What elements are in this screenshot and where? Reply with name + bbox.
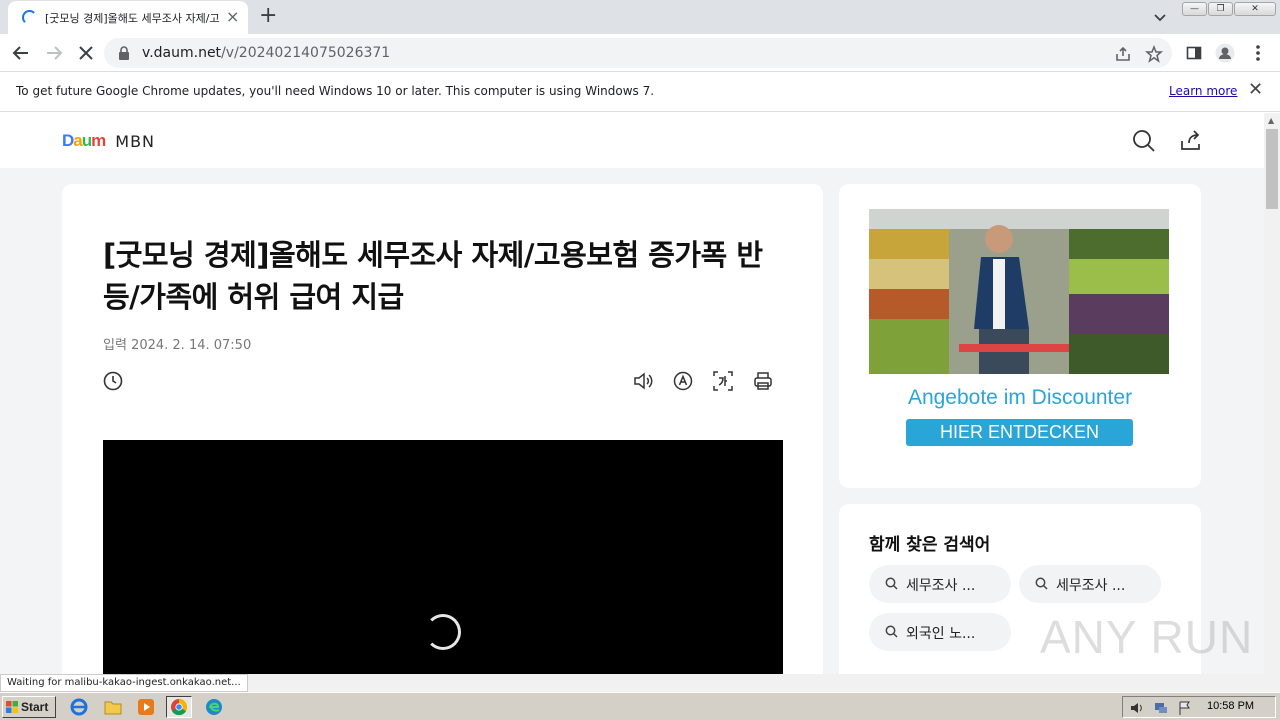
lock-icon[interactable] (118, 46, 130, 60)
chrome-icon (171, 698, 188, 716)
loading-spinner-icon (22, 10, 37, 25)
start-button[interactable]: Start (2, 696, 56, 718)
channel-name: MBN (115, 131, 156, 151)
folder-icon (104, 701, 122, 715)
search-chip[interactable]: 외국인 노... (869, 613, 1011, 651)
article-date: 입력 2024. 2. 14. 07:50 (103, 338, 252, 353)
address-bar[interactable]: v.daum.net/v/20240214075026371 (104, 38, 1172, 68)
new-tab-button[interactable]: + (259, 4, 277, 28)
taskbar-explorer[interactable] (100, 696, 126, 718)
search-icon (1035, 577, 1048, 590)
print-icon[interactable] (752, 370, 774, 392)
anyrun-watermark: ANY RUN (1040, 611, 1254, 663)
close-icon (79, 46, 93, 60)
taskbar-chrome[interactable] (166, 696, 192, 718)
restore-button[interactable]: ❐ (1208, 2, 1233, 16)
vertical-scrollbar[interactable]: ▲ (1264, 113, 1280, 674)
minimize-button[interactable]: — (1182, 2, 1207, 16)
page-content: Daum MBN [굿모닝 경제]올해도 세무조사 자제/고용보험 증가폭 반등… (0, 113, 1264, 674)
stop-button[interactable] (75, 42, 97, 64)
article-headline: [굿모닝 경제]올해도 세무조사 자제/고용보험 증가폭 반등/가족에 허위 급… (103, 238, 763, 314)
search-icon (885, 577, 898, 590)
arrow-right-icon (47, 46, 63, 60)
flag-icon[interactable] (1177, 700, 1193, 716)
edge-icon (206, 699, 222, 715)
learn-more-link[interactable]: Learn more (1169, 84, 1237, 98)
arrow-left-icon (12, 46, 28, 60)
translate-icon[interactable] (672, 370, 694, 392)
update-infobar: To get future Google Chrome updates, you… (0, 72, 1280, 112)
scroll-thumb[interactable] (1266, 129, 1278, 209)
taskbar-media[interactable] (133, 696, 159, 718)
back-button[interactable] (10, 42, 32, 64)
browser-toolbar: v.daum.net/v/20240214075026371 (0, 34, 1280, 72)
status-text: Waiting for malibu-kakao-ingest.onkakao.… (0, 674, 248, 692)
speaker-icon[interactable] (632, 370, 654, 392)
internet-explorer-icon (70, 698, 88, 716)
taskbar-edge[interactable] (201, 696, 227, 718)
system-tray: 10:58 PM (1122, 696, 1276, 718)
related-searches-title: 함께 찾은 검색어 (869, 535, 991, 555)
search-chip[interactable]: 세무조사 ... (1019, 565, 1161, 603)
daum-logo: Daum (62, 131, 106, 150)
video-loading-spinner-icon (425, 614, 461, 650)
ad-cta-button[interactable]: HIER ENTDECKEN (906, 419, 1133, 446)
clock[interactable]: 10:58 PM (1207, 700, 1254, 712)
star-icon[interactable] (1145, 45, 1163, 63)
site-logo[interactable]: Daum MBN (62, 131, 155, 151)
media-player-icon (138, 699, 154, 715)
video-player[interactable] (103, 440, 783, 674)
history-icon[interactable] (102, 370, 124, 392)
side-panel-icon (1186, 46, 1202, 60)
side-panel-button[interactable] (1183, 42, 1205, 64)
browser-tab[interactable]: [굿모닝 경제]올해도 세무조사 자제/고 × (8, 1, 248, 34)
windows-taskbar: Start 10:58 PM (0, 692, 1280, 720)
infobar-close-icon[interactable]: ✕ (1248, 81, 1263, 99)
close-window-button[interactable]: ✕ (1234, 2, 1276, 16)
infobar-message: To get future Google Chrome updates, you… (16, 84, 655, 98)
tab-strip: [굿모닝 경제]올해도 세무조사 자제/고 × + — ❐ ✕ (0, 0, 1280, 34)
volume-icon[interactable] (1129, 700, 1145, 716)
tab-title: [굿모닝 경제]올해도 세무조사 자제/고 (45, 12, 220, 25)
ad-image[interactable] (869, 209, 1169, 374)
chevron-down-icon[interactable] (1152, 9, 1168, 25)
search-icon (885, 625, 898, 638)
menu-button[interactable] (1247, 42, 1269, 64)
status-bar: Waiting for malibu-kakao-ingest.onkakao.… (0, 674, 1280, 692)
site-header: Daum MBN (0, 113, 1264, 168)
scroll-up-icon[interactable]: ▲ (1268, 116, 1274, 125)
avatar-icon (1215, 43, 1235, 63)
taskbar-ie[interactable] (66, 696, 92, 718)
windows-logo-icon (6, 701, 18, 713)
tab-close-icon[interactable]: × (226, 9, 239, 25)
kebab-menu-icon (1256, 45, 1260, 61)
ad-tagline[interactable]: Angebote im Discounter (839, 386, 1201, 410)
ad-banner[interactable]: Angebote im Discounter HIER ENTDECKEN (839, 184, 1201, 488)
article-card: [굿모닝 경제]올해도 세무조사 자제/고용보험 증가폭 반등/가족에 허위 급… (62, 184, 823, 674)
forward-button[interactable] (43, 42, 65, 64)
profile-button[interactable] (1214, 42, 1236, 64)
network-icon[interactable] (1153, 700, 1169, 716)
search-icon[interactable] (1132, 129, 1156, 153)
search-chip[interactable]: 세무조사 ... (869, 565, 1011, 603)
url-text: v.daum.net/v/20240214075026371 (142, 45, 391, 61)
font-size-icon[interactable] (712, 370, 734, 392)
share-icon[interactable] (1179, 129, 1203, 153)
share-icon[interactable] (1114, 45, 1132, 63)
